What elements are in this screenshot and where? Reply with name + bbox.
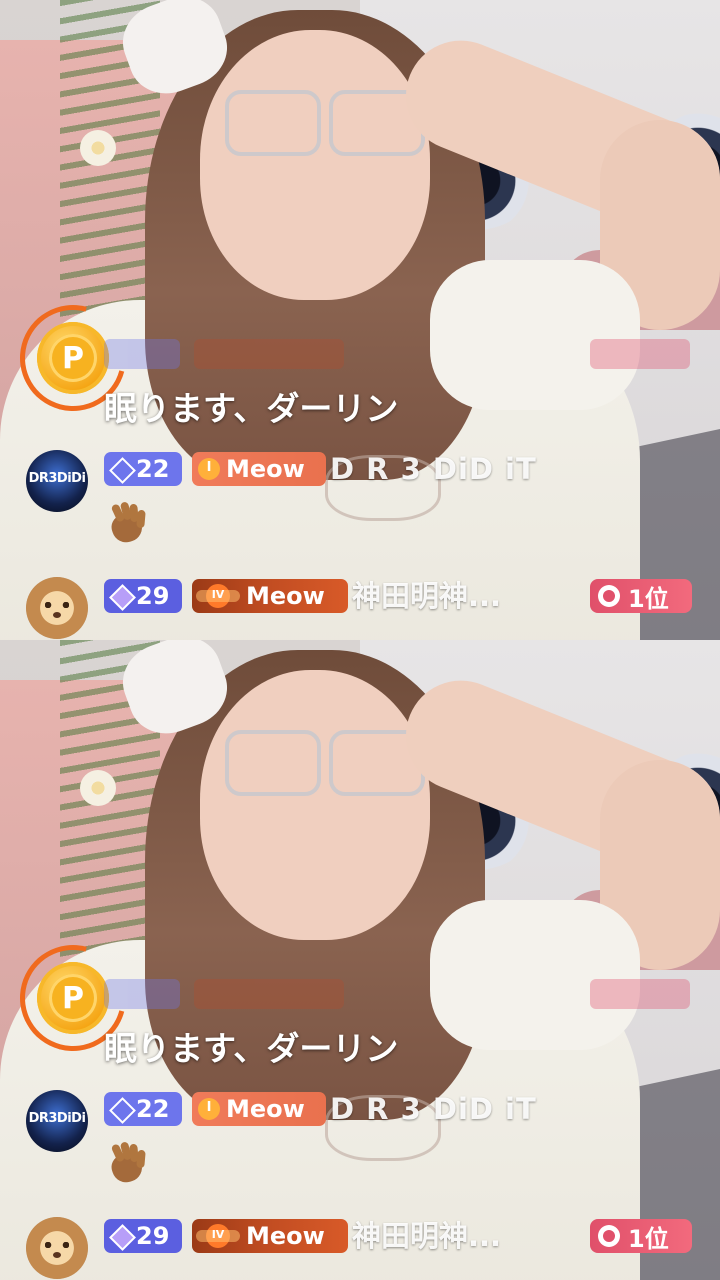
coin-letter: P bbox=[62, 340, 84, 376]
user-avatar[interactable]: DR3DiDi bbox=[26, 450, 88, 512]
chat-message-text: 眠ります、ダーリン bbox=[104, 1029, 399, 1068]
winged-heart-icon: IV bbox=[196, 1223, 240, 1249]
diamond-icon bbox=[110, 1225, 132, 1247]
user-avatar[interactable] bbox=[26, 577, 88, 639]
fan-club-badge: I Meow bbox=[192, 1092, 326, 1126]
user-level-value: 22 bbox=[136, 1095, 170, 1123]
coin-letter: P bbox=[62, 980, 84, 1016]
username[interactable]: D R 3 DiD iT bbox=[330, 1090, 537, 1128]
diamond-icon bbox=[110, 585, 132, 607]
user-level-value: 29 bbox=[136, 1222, 170, 1250]
rank-text: 1位 bbox=[628, 584, 669, 613]
username[interactable]: D R 3 DiD iT bbox=[330, 450, 537, 488]
fan-club-badge: IV Meow bbox=[192, 1219, 348, 1253]
fan-level: I bbox=[206, 1100, 212, 1115]
faded-comment-row bbox=[104, 337, 704, 371]
live-stream-frame-top: P 眠ります、ダーリン DR3DiDi 22 I Meow D R 3 DiD … bbox=[0, 0, 720, 640]
fan-level: I bbox=[206, 460, 212, 475]
waving-hand-icon bbox=[104, 501, 150, 548]
avatar-text: DR3DiDi bbox=[28, 471, 86, 486]
fan-club-name: Meow bbox=[246, 582, 325, 610]
fan-club-badge: IV Meow bbox=[192, 579, 348, 613]
fan-club-name: Meow bbox=[226, 1095, 305, 1123]
faded-comment-row bbox=[104, 977, 704, 1011]
medal-icon bbox=[598, 1225, 620, 1247]
chat-comment-row[interactable]: 29 IV Meow 神田明神... 1位 bbox=[26, 1217, 716, 1280]
fan-club-badge: I Meow bbox=[192, 452, 326, 486]
user-avatar[interactable] bbox=[26, 1217, 88, 1279]
heart-icon: I bbox=[196, 1097, 222, 1121]
p-coin-icon: P bbox=[37, 962, 109, 1034]
rank-badge[interactable]: 1位 bbox=[590, 579, 692, 613]
chat-comment-row[interactable]: 29 IV Meow 神田明神... 1位 bbox=[26, 577, 716, 640]
fan-level: IV bbox=[211, 588, 225, 601]
live-stream-frame-bottom: P 眠ります、ダーリン DR3DiDi 22 I Meow D R 3 DiD … bbox=[0, 640, 720, 1280]
user-level-badge: 29 bbox=[104, 1219, 182, 1253]
chat-comment-row[interactable]: DR3DiDi 22 I Meow D R 3 DiD iT bbox=[26, 450, 716, 546]
fan-level: IV bbox=[211, 1228, 225, 1241]
fan-club-name: Meow bbox=[226, 455, 305, 483]
fan-club-name: Meow bbox=[246, 1222, 325, 1250]
p-coin-icon: P bbox=[37, 322, 109, 394]
username[interactable]: 神田明神... bbox=[352, 577, 501, 615]
user-avatar[interactable]: DR3DiDi bbox=[26, 1090, 88, 1152]
user-level-badge: 22 bbox=[104, 1092, 182, 1126]
rank-badge[interactable]: 1位 bbox=[590, 1219, 692, 1253]
avatar-text: DR3DiDi bbox=[28, 1111, 86, 1126]
user-level-badge: 29 bbox=[104, 579, 182, 613]
user-level-value: 22 bbox=[136, 455, 170, 483]
chat-comment-row[interactable]: DR3DiDi 22 I Meow D R 3 DiD iT bbox=[26, 1090, 716, 1186]
diamond-icon bbox=[110, 458, 132, 480]
user-level-value: 29 bbox=[136, 582, 170, 610]
winged-heart-icon: IV bbox=[196, 583, 240, 609]
medal-icon bbox=[598, 585, 620, 607]
heart-icon: I bbox=[196, 457, 222, 481]
username[interactable]: 神田明神... bbox=[352, 1217, 501, 1255]
rank-text: 1位 bbox=[628, 1224, 669, 1253]
diamond-icon bbox=[110, 1098, 132, 1120]
chat-message-text: 眠ります、ダーリン bbox=[104, 389, 399, 428]
waving-hand-icon bbox=[104, 1141, 150, 1188]
user-level-badge: 22 bbox=[104, 452, 182, 486]
